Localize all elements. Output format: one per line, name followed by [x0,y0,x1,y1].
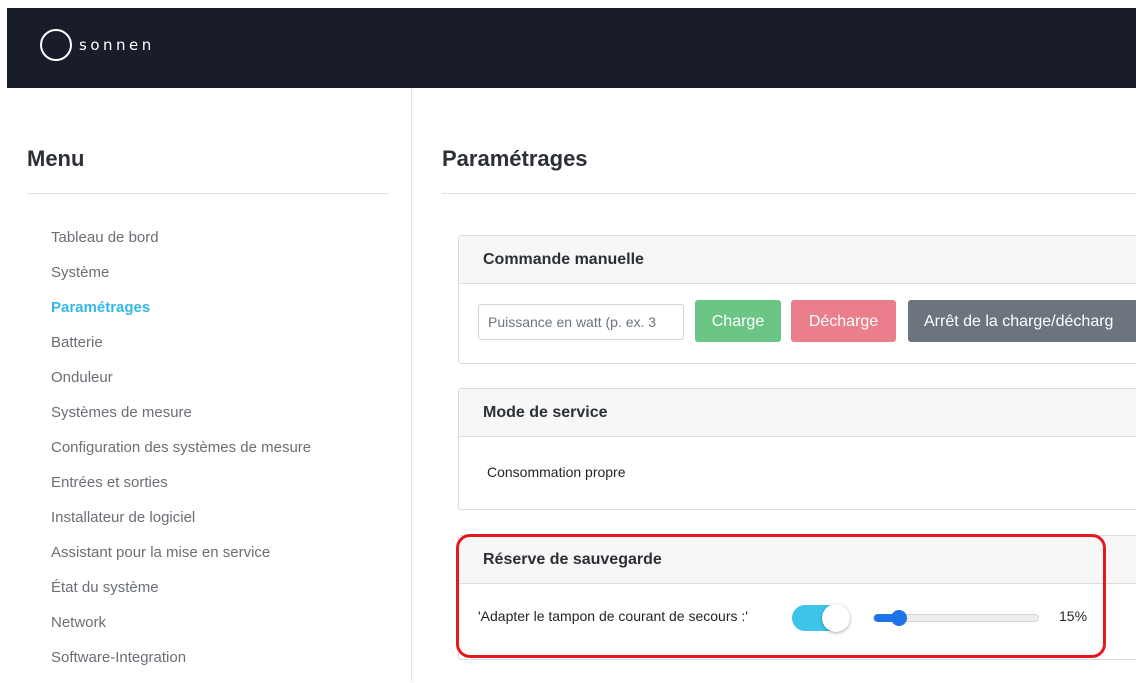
menu-divider [27,193,389,194]
sidebar-item-software-installer[interactable]: Installateur de logiciel [51,508,311,543]
charge-button[interactable]: Charge [695,300,781,342]
manual-control-title: Commande manuelle [459,236,1136,284]
sidebar-item-io[interactable]: Entrées et sorties [51,473,311,508]
sidebar-item-battery[interactable]: Batterie [51,333,311,368]
sidebar-menu: Tableau de bord Système Paramétrages Bat… [51,228,311,683]
title-divider [442,193,1136,194]
sidebar: Menu Tableau de bord Système Paramétrage… [7,88,412,682]
menu-title: Menu [27,146,85,171]
service-mode-title: Mode de service [459,389,1136,437]
manual-control-card: Commande manuelle Charge Décharge Arrêt … [458,235,1136,364]
manual-control-body: Charge Décharge Arrêt de la charge/décha… [459,284,1136,362]
brand-logo[interactable]: sonnen [40,29,155,61]
sidebar-item-network[interactable]: Network [51,613,311,648]
slider-thumb[interactable] [890,610,907,626]
logo-circle-icon [40,29,72,61]
service-mode-value[interactable]: Consommation propre [487,464,626,480]
sidebar-item-meter-config[interactable]: Configuration des systèmes de mesure [51,438,311,473]
backup-reserve-title: Réserve de sauvegarde [459,536,1136,584]
top-margin [0,0,1136,8]
sidebar-item-inverter[interactable]: Onduleur [51,368,311,403]
sidebar-item-system-state[interactable]: État du système [51,578,311,613]
stop-charge-discharge-button[interactable]: Arrêt de la charge/décharg [908,300,1136,342]
left-margin [0,8,7,682]
sidebar-item-commissioning[interactable]: Assistant pour la mise en service [51,543,311,578]
toggle-knob [822,604,850,632]
brand-name: sonnen [79,36,155,54]
backup-buffer-toggle[interactable] [792,604,850,632]
backup-reserve-slider[interactable] [873,610,1039,626]
main-content: Paramétrages Commande manuelle Charge Dé… [412,88,1136,682]
sidebar-item-software-integration[interactable]: Software-Integration [51,648,311,683]
top-header-bar: sonnen [7,8,1136,88]
sidebar-item-dashboard[interactable]: Tableau de bord [51,228,311,263]
backup-reserve-card: Réserve de sauvegarde 'Adapter le tampon… [458,535,1136,660]
power-watt-input[interactable] [478,304,684,340]
sidebar-item-system[interactable]: Système [51,263,311,298]
discharge-button[interactable]: Décharge [791,300,896,342]
backup-buffer-label: 'Adapter le tampon de courant de secours… [478,608,748,624]
sidebar-item-meters[interactable]: Systèmes de mesure [51,403,311,438]
sidebar-item-settings[interactable]: Paramétrages [51,298,311,333]
backup-reserve-percent: 15% [1059,608,1088,624]
page-title: Paramétrages [442,146,588,171]
service-mode-card: Mode de service Consommation propre [458,388,1136,510]
